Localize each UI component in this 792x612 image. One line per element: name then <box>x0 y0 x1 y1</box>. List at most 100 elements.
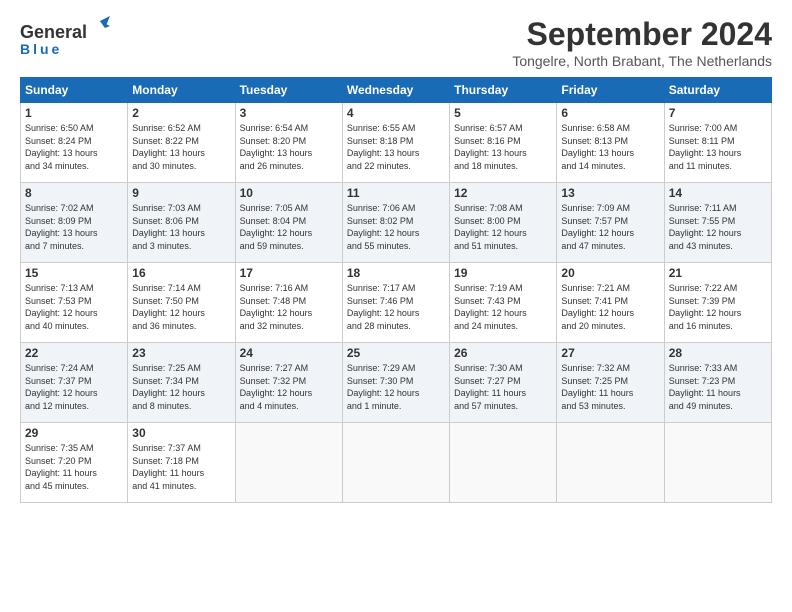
day-number: 2 <box>132 106 230 120</box>
day-info: Sunrise: 7:37 AM Sunset: 7:18 PM Dayligh… <box>132 442 230 492</box>
day-number: 12 <box>454 186 552 200</box>
calendar-cell: 21 Sunrise: 7:22 AM Sunset: 7:39 PM Dayli… <box>664 263 771 343</box>
day-info: Sunrise: 7:13 AM Sunset: 7:53 PM Dayligh… <box>25 282 123 332</box>
header: General Blue September 2024 Tongelre, No… <box>20 16 772 69</box>
day-number: 17 <box>240 266 338 280</box>
month-title: September 2024 <box>512 16 772 53</box>
day-info: Sunrise: 7:24 AM Sunset: 7:37 PM Dayligh… <box>25 362 123 412</box>
calendar-week-1: 1Sunrise: 6:50 AM Sunset: 8:24 PM Daylig… <box>21 103 772 183</box>
day-number: 20 <box>561 266 659 280</box>
day-number: 19 <box>454 266 552 280</box>
day-number: 3 <box>240 106 338 120</box>
day-info: Sunrise: 7:17 AM Sunset: 7:46 PM Dayligh… <box>347 282 445 332</box>
calendar-cell: 1Sunrise: 6:50 AM Sunset: 8:24 PM Daylig… <box>21 103 128 183</box>
calendar-cell: 10Sunrise: 7:05 AM Sunset: 8:04 PM Dayli… <box>235 183 342 263</box>
calendar-cell: 12 Sunrise: 7:08 AM Sunset: 8:00 PM Dayli… <box>450 183 557 263</box>
day-info: Sunrise: 7:21 AM Sunset: 7:41 PM Dayligh… <box>561 282 659 332</box>
day-number: 5 <box>454 106 552 120</box>
weekday-header-row: SundayMondayTuesdayWednesdayThursdayFrid… <box>21 78 772 103</box>
day-info: Sunrise: 7:33 AM Sunset: 7:23 PM Dayligh… <box>669 362 767 412</box>
day-info: Sunrise: 7:16 AM Sunset: 7:48 PM Dayligh… <box>240 282 338 332</box>
calendar-cell: 3 Sunrise: 6:54 AM Sunset: 8:20 PM Daylig… <box>235 103 342 183</box>
day-info: Sunrise: 7:27 AM Sunset: 7:32 PM Dayligh… <box>240 362 338 412</box>
day-number: 24 <box>240 346 338 360</box>
calendar-cell: 25 Sunrise: 7:29 AM Sunset: 7:30 PM Dayli… <box>342 343 449 423</box>
calendar-cell: 22Sunrise: 7:24 AM Sunset: 7:37 PM Dayli… <box>21 343 128 423</box>
calendar-cell: 18 Sunrise: 7:17 AM Sunset: 7:46 PM Dayli… <box>342 263 449 343</box>
calendar-cell: 19Sunrise: 7:19 AM Sunset: 7:43 PM Dayli… <box>450 263 557 343</box>
day-number: 14 <box>669 186 767 200</box>
svg-text:General: General <box>20 22 87 42</box>
day-number: 6 <box>561 106 659 120</box>
logo-image: General Blue <box>20 16 110 61</box>
calendar-cell: 24 Sunrise: 7:27 AM Sunset: 7:32 PM Dayli… <box>235 343 342 423</box>
calendar-cell: 27Sunrise: 7:32 AM Sunset: 7:25 PM Dayli… <box>557 343 664 423</box>
calendar-cell <box>235 423 342 503</box>
page: General Blue September 2024 Tongelre, No… <box>0 0 792 612</box>
calendar-cell <box>664 423 771 503</box>
day-info: Sunrise: 7:09 AM Sunset: 7:57 PM Dayligh… <box>561 202 659 252</box>
day-info: Sunrise: 7:03 AM Sunset: 8:06 PM Dayligh… <box>132 202 230 252</box>
day-info: Sunrise: 7:02 AM Sunset: 8:09 PM Dayligh… <box>25 202 123 252</box>
calendar-cell: 30 Sunrise: 7:37 AM Sunset: 7:18 PM Dayli… <box>128 423 235 503</box>
day-number: 28 <box>669 346 767 360</box>
weekday-header-monday: Monday <box>128 78 235 103</box>
location-subtitle: Tongelre, North Brabant, The Netherlands <box>512 53 772 69</box>
day-number: 25 <box>347 346 445 360</box>
calendar-cell: 14 Sunrise: 7:11 AM Sunset: 7:55 PM Dayli… <box>664 183 771 263</box>
calendar-cell: 2 Sunrise: 6:52 AM Sunset: 8:22 PM Daylig… <box>128 103 235 183</box>
calendar-cell <box>450 423 557 503</box>
day-info: Sunrise: 6:57 AM Sunset: 8:16 PM Dayligh… <box>454 122 552 172</box>
day-number: 21 <box>669 266 767 280</box>
weekday-header-wednesday: Wednesday <box>342 78 449 103</box>
day-number: 15 <box>25 266 123 280</box>
day-number: 26 <box>454 346 552 360</box>
calendar-table: SundayMondayTuesdayWednesdayThursdayFrid… <box>20 77 772 503</box>
weekday-header-sunday: Sunday <box>21 78 128 103</box>
calendar-week-4: 22Sunrise: 7:24 AM Sunset: 7:37 PM Dayli… <box>21 343 772 423</box>
calendar-week-5: 29 Sunrise: 7:35 AM Sunset: 7:20 PM Dayli… <box>21 423 772 503</box>
calendar-week-3: 15 Sunrise: 7:13 AM Sunset: 7:53 PM Dayli… <box>21 263 772 343</box>
weekday-header-friday: Friday <box>557 78 664 103</box>
calendar-cell: 4 Sunrise: 6:55 AM Sunset: 8:18 PM Daylig… <box>342 103 449 183</box>
day-number: 11 <box>347 186 445 200</box>
day-number: 30 <box>132 426 230 440</box>
day-number: 29 <box>25 426 123 440</box>
calendar-cell: 11 Sunrise: 7:06 AM Sunset: 8:02 PM Dayli… <box>342 183 449 263</box>
day-info: Sunrise: 7:29 AM Sunset: 7:30 PM Dayligh… <box>347 362 445 412</box>
day-info: Sunrise: 6:58 AM Sunset: 8:13 PM Dayligh… <box>561 122 659 172</box>
calendar-cell: 20 Sunrise: 7:21 AM Sunset: 7:41 PM Dayli… <box>557 263 664 343</box>
day-info: Sunrise: 7:14 AM Sunset: 7:50 PM Dayligh… <box>132 282 230 332</box>
calendar-cell: 15 Sunrise: 7:13 AM Sunset: 7:53 PM Dayli… <box>21 263 128 343</box>
day-info: Sunrise: 7:35 AM Sunset: 7:20 PM Dayligh… <box>25 442 123 492</box>
calendar-cell: 9 Sunrise: 7:03 AM Sunset: 8:06 PM Daylig… <box>128 183 235 263</box>
day-info: Sunrise: 7:25 AM Sunset: 7:34 PM Dayligh… <box>132 362 230 412</box>
day-info: Sunrise: 7:08 AM Sunset: 8:00 PM Dayligh… <box>454 202 552 252</box>
day-info: Sunrise: 7:22 AM Sunset: 7:39 PM Dayligh… <box>669 282 767 332</box>
calendar-cell: 6 Sunrise: 6:58 AM Sunset: 8:13 PM Daylig… <box>557 103 664 183</box>
svg-text:Blue: Blue <box>20 41 62 56</box>
day-info: Sunrise: 6:55 AM Sunset: 8:18 PM Dayligh… <box>347 122 445 172</box>
day-info: Sunrise: 6:52 AM Sunset: 8:22 PM Dayligh… <box>132 122 230 172</box>
weekday-header-saturday: Saturday <box>664 78 771 103</box>
logo: General Blue <box>20 16 110 61</box>
day-info: Sunrise: 7:30 AM Sunset: 7:27 PM Dayligh… <box>454 362 552 412</box>
calendar-cell: 8Sunrise: 7:02 AM Sunset: 8:09 PM Daylig… <box>21 183 128 263</box>
day-number: 9 <box>132 186 230 200</box>
day-info: Sunrise: 6:54 AM Sunset: 8:20 PM Dayligh… <box>240 122 338 172</box>
day-info: Sunrise: 7:06 AM Sunset: 8:02 PM Dayligh… <box>347 202 445 252</box>
day-info: Sunrise: 7:32 AM Sunset: 7:25 PM Dayligh… <box>561 362 659 412</box>
calendar-cell: 7Sunrise: 7:00 AM Sunset: 8:11 PM Daylig… <box>664 103 771 183</box>
calendar-cell: 28 Sunrise: 7:33 AM Sunset: 7:23 PM Dayli… <box>664 343 771 423</box>
day-number: 13 <box>561 186 659 200</box>
day-number: 10 <box>240 186 338 200</box>
calendar-week-2: 8Sunrise: 7:02 AM Sunset: 8:09 PM Daylig… <box>21 183 772 263</box>
day-info: Sunrise: 7:11 AM Sunset: 7:55 PM Dayligh… <box>669 202 767 252</box>
day-number: 18 <box>347 266 445 280</box>
day-info: Sunrise: 7:00 AM Sunset: 8:11 PM Dayligh… <box>669 122 767 172</box>
title-block: September 2024 Tongelre, North Brabant, … <box>512 16 772 69</box>
day-number: 4 <box>347 106 445 120</box>
calendar-cell: 23Sunrise: 7:25 AM Sunset: 7:34 PM Dayli… <box>128 343 235 423</box>
calendar-cell: 26 Sunrise: 7:30 AM Sunset: 7:27 PM Dayli… <box>450 343 557 423</box>
calendar-cell <box>342 423 449 503</box>
